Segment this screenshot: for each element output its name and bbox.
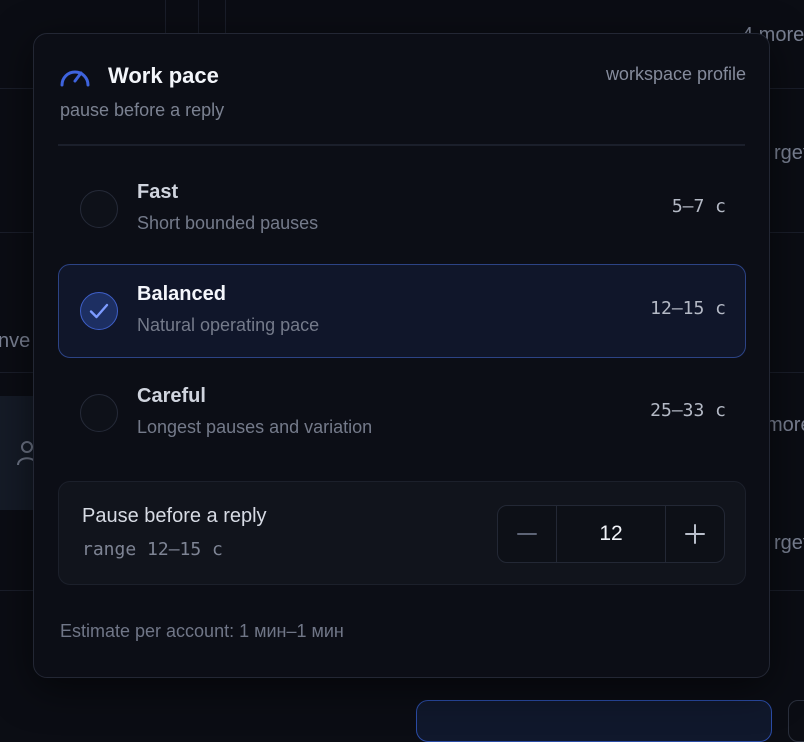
pause-range-hint: range 12–15 с bbox=[82, 539, 223, 560]
option-name: Fast bbox=[137, 181, 179, 203]
increment-button[interactable] bbox=[665, 506, 724, 562]
header-divider bbox=[58, 144, 745, 146]
decrement-button[interactable] bbox=[498, 506, 557, 562]
pause-stepper: 12 bbox=[497, 505, 725, 563]
speedometer-icon bbox=[60, 70, 90, 87]
bg-col-divider bbox=[225, 0, 226, 36]
radio-button[interactable] bbox=[80, 292, 118, 330]
modal-subtitle: pause before a reply bbox=[60, 100, 225, 120]
modal-title: Work pace bbox=[108, 63, 219, 88]
bg-more-link[interactable]: more bbox=[766, 414, 804, 437]
profile-scope-label: workspace profile bbox=[605, 64, 746, 84]
plus-icon bbox=[685, 524, 705, 544]
pause-label: Pause before a reply bbox=[82, 505, 267, 527]
bg-col-divider bbox=[198, 0, 199, 36]
option-name: Balanced bbox=[137, 283, 226, 305]
option-description: Natural operating pace bbox=[137, 315, 320, 335]
work-pace-modal: Work pace workspace profile pause before… bbox=[33, 33, 770, 678]
pause-value-input[interactable]: 12 bbox=[556, 506, 666, 562]
bg-text-fragment: nve bbox=[0, 330, 31, 352]
estimate-text: Estimate per account: 1 мин–1 мин bbox=[60, 621, 344, 641]
bg-text-fragment: rget bbox=[774, 142, 804, 164]
option-description: Short bounded pauses bbox=[137, 213, 319, 233]
radio-button[interactable] bbox=[80, 190, 118, 228]
pace-option-balanced[interactable]: Balanced Natural operating pace 12–15 с bbox=[58, 264, 746, 358]
option-range: 25–33 с bbox=[650, 400, 726, 421]
pace-option-careful[interactable]: Careful Longest pauses and variation 25–… bbox=[58, 366, 746, 460]
bg-col-divider bbox=[165, 0, 166, 36]
radio-button[interactable] bbox=[80, 394, 118, 432]
bg-text-fragment: rget bbox=[774, 532, 804, 554]
option-description: Longest pauses and variation bbox=[137, 417, 373, 437]
check-icon bbox=[89, 303, 109, 319]
bg-primary-button[interactable] bbox=[416, 700, 772, 742]
option-name: Careful bbox=[137, 385, 206, 407]
bg-icon-button[interactable] bbox=[788, 700, 804, 742]
minus-icon bbox=[517, 533, 537, 535]
pause-setting-panel: Pause before a reply range 12–15 с 12 bbox=[58, 481, 746, 585]
pace-option-fast[interactable]: Fast Short bounded pauses 5–7 с bbox=[58, 162, 746, 256]
option-range: 12–15 с bbox=[650, 298, 726, 319]
option-range: 5–7 с bbox=[671, 196, 726, 217]
